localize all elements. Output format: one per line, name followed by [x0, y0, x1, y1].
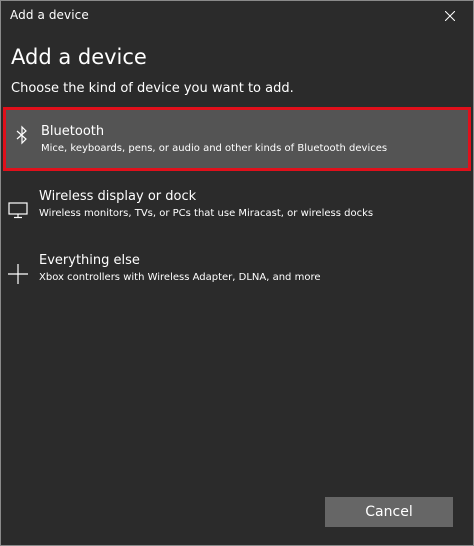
option-everything-else[interactable]: Everything else Xbox controllers with Wi…	[1, 245, 473, 305]
window-title: Add a device	[10, 8, 89, 22]
option-bluetooth-description: Mice, keyboards, pens, or audio and othe…	[41, 143, 388, 154]
close-icon	[445, 11, 455, 21]
option-bluetooth-label: Bluetooth	[41, 124, 105, 139]
add-device-window: Add a device Add a device Choose the kin…	[0, 0, 474, 546]
option-everything-else-label: Everything else	[39, 253, 140, 268]
option-wireless-display-label: Wireless display or dock	[39, 189, 197, 204]
option-bluetooth[interactable]: Bluetooth Mice, keyboards, pens, or audi…	[3, 107, 471, 171]
cancel-button[interactable]: Cancel	[325, 497, 453, 527]
option-everything-else-description: Xbox controllers with Wireless Adapter, …	[39, 272, 321, 283]
option-wireless-display[interactable]: Wireless display or dock Wireless monito…	[1, 181, 473, 241]
title-bar: Add a device	[1, 1, 473, 31]
option-wireless-display-description: Wireless monitors, TVs, or PCs that use …	[39, 208, 374, 219]
bluetooth-icon	[16, 125, 27, 145]
plus-icon	[8, 264, 28, 284]
monitor-icon	[8, 202, 28, 219]
page-title: Add a device	[11, 45, 147, 69]
close-button[interactable]	[427, 1, 473, 31]
page-subtitle: Choose the kind of device you want to ad…	[11, 81, 294, 96]
